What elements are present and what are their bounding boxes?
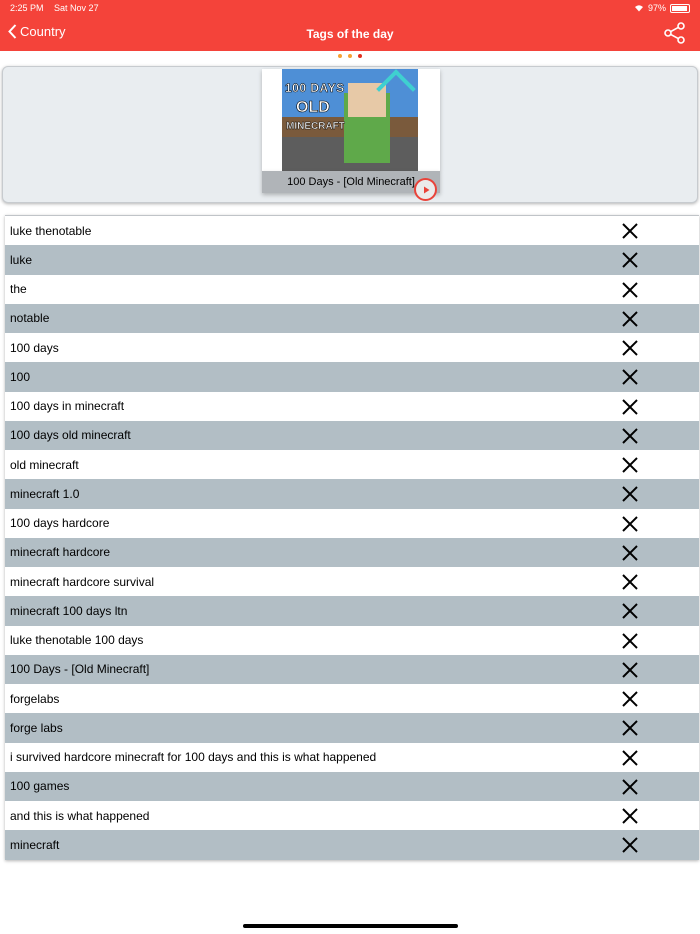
tag-row[interactable]: forge labs [5,713,699,743]
navigation-bar: 2:25 PM Sat Nov 27 97% Country Tags of t… [0,0,700,51]
tag-label: i survived hardcore minecraft for 100 da… [10,750,377,765]
status-bar-right: 97% [634,3,690,13]
remove-tag-icon[interactable] [621,515,639,533]
remove-tag-icon[interactable] [621,778,639,796]
tag-label: 100 Days - [Old Minecraft] [10,662,150,677]
battery-percentage: 97% [647,3,666,13]
tag-label: old minecraft [10,457,79,472]
remove-tag-icon[interactable] [621,602,639,620]
tag-row[interactable]: 100 days old minecraft [5,420,699,450]
play-button[interactable] [414,178,437,201]
tag-label: luke thenotable 100 days [10,633,144,648]
tag-row[interactable]: minecraft hardcore [5,537,699,567]
tag-row[interactable]: 100 days [5,333,699,363]
remove-tag-icon[interactable] [621,749,639,767]
remove-tag-icon[interactable] [621,251,639,269]
video-thumbnail-frame[interactable]: 100 DAYS OLD MINECRAFT [262,69,440,171]
tag-label: 100 games [10,779,70,794]
tag-label: notable [10,311,50,326]
play-icon [423,186,429,193]
thumbnail-text-3: MINECRAFT [286,121,345,132]
video-thumbnail[interactable]: 100 DAYS OLD MINECRAFT [282,69,418,171]
tag-label: minecraft hardcore [10,545,111,560]
tag-row[interactable]: and this is what happened [5,801,699,831]
video-card: 100 DAYS OLD MINECRAFT 100 Days - [Old M… [2,66,698,203]
tag-row[interactable]: luke [5,245,699,275]
tag-label: minecraft 1.0 [10,486,80,501]
remove-tag-icon[interactable] [621,310,639,328]
battery-icon [670,3,690,13]
thumbnail-text-2: OLD [296,99,330,117]
page-dot-3-active[interactable] [358,54,362,58]
status-bar-left: 2:25 PM Sat Nov 27 [10,3,107,13]
remove-tag-icon[interactable] [621,222,639,240]
tag-list: luke thenotable luke the notable 100 days 100… [5,215,699,860]
tag-label: 100 days in minecraft [10,399,125,414]
home-indicator[interactable] [243,924,458,928]
tag-label: luke [10,252,33,267]
remove-tag-icon[interactable] [621,573,639,591]
tag-row[interactable]: i survived hardcore minecraft for 100 da… [5,742,699,772]
tag-label: forgelabs [10,691,60,706]
tag-label: 100 days old minecraft [10,428,131,443]
tag-row[interactable]: 100 [5,362,699,392]
tag-row[interactable]: old minecraft [5,450,699,480]
page-indicator[interactable] [0,54,700,58]
tag-row[interactable]: the [5,274,699,304]
remove-tag-icon[interactable] [621,544,639,562]
tag-label: minecraft [10,837,60,852]
tag-label: luke thenotable [10,223,92,238]
remove-tag-icon[interactable] [621,281,639,299]
status-date: Sat Nov 27 [54,3,99,13]
remove-tag-icon[interactable] [621,632,639,650]
thumbnail-text-1: 100 DAYS [285,81,345,96]
tag-row[interactable]: notable [5,303,699,333]
tag-label: forge labs [10,720,63,735]
remove-tag-icon[interactable] [621,485,639,503]
tag-label: 100 days [10,340,59,355]
remove-tag-icon[interactable] [621,836,639,854]
tag-label: the [10,282,27,297]
tag-row[interactable]: minecraft 100 days ltn [5,596,699,626]
tag-row[interactable]: 100 days in minecraft [5,391,699,421]
page-dot-2[interactable] [348,54,352,58]
tag-row[interactable]: forgelabs [5,684,699,714]
remove-tag-icon[interactable] [621,339,639,357]
tag-row[interactable]: luke thenotable [5,216,699,246]
tag-label: minecraft hardcore survival [10,574,155,589]
tag-row[interactable]: luke thenotable 100 days [5,625,699,655]
status-time: 2:25 PM [10,3,44,13]
remove-tag-icon[interactable] [621,661,639,679]
tag-label: 100 days hardcore [10,516,110,531]
remove-tag-icon[interactable] [621,398,639,416]
tag-row[interactable]: minecraft 1.0 [5,479,699,509]
remove-tag-icon[interactable] [621,690,639,708]
tag-row[interactable]: 100 games [5,771,699,801]
wifi-icon [634,5,643,12]
tag-label: minecraft 100 days ltn [10,603,128,618]
page-title: Tags of the day [306,27,394,41]
tag-row[interactable]: minecraft hardcore survival [5,567,699,597]
share-icon[interactable] [664,22,686,44]
remove-tag-icon[interactable] [621,427,639,445]
tag-label: 100 [10,369,31,384]
tag-row[interactable]: 100 days hardcore [5,508,699,538]
remove-tag-icon[interactable] [621,368,639,386]
tag-row[interactable]: minecraft [5,830,699,860]
remove-tag-icon[interactable] [621,807,639,825]
tag-row[interactable]: 100 Days - [Old Minecraft] [5,654,699,684]
page-dot-1[interactable] [338,54,342,58]
tag-label: and this is what happened [10,808,150,823]
remove-tag-icon[interactable] [621,456,639,474]
remove-tag-icon[interactable] [621,719,639,737]
